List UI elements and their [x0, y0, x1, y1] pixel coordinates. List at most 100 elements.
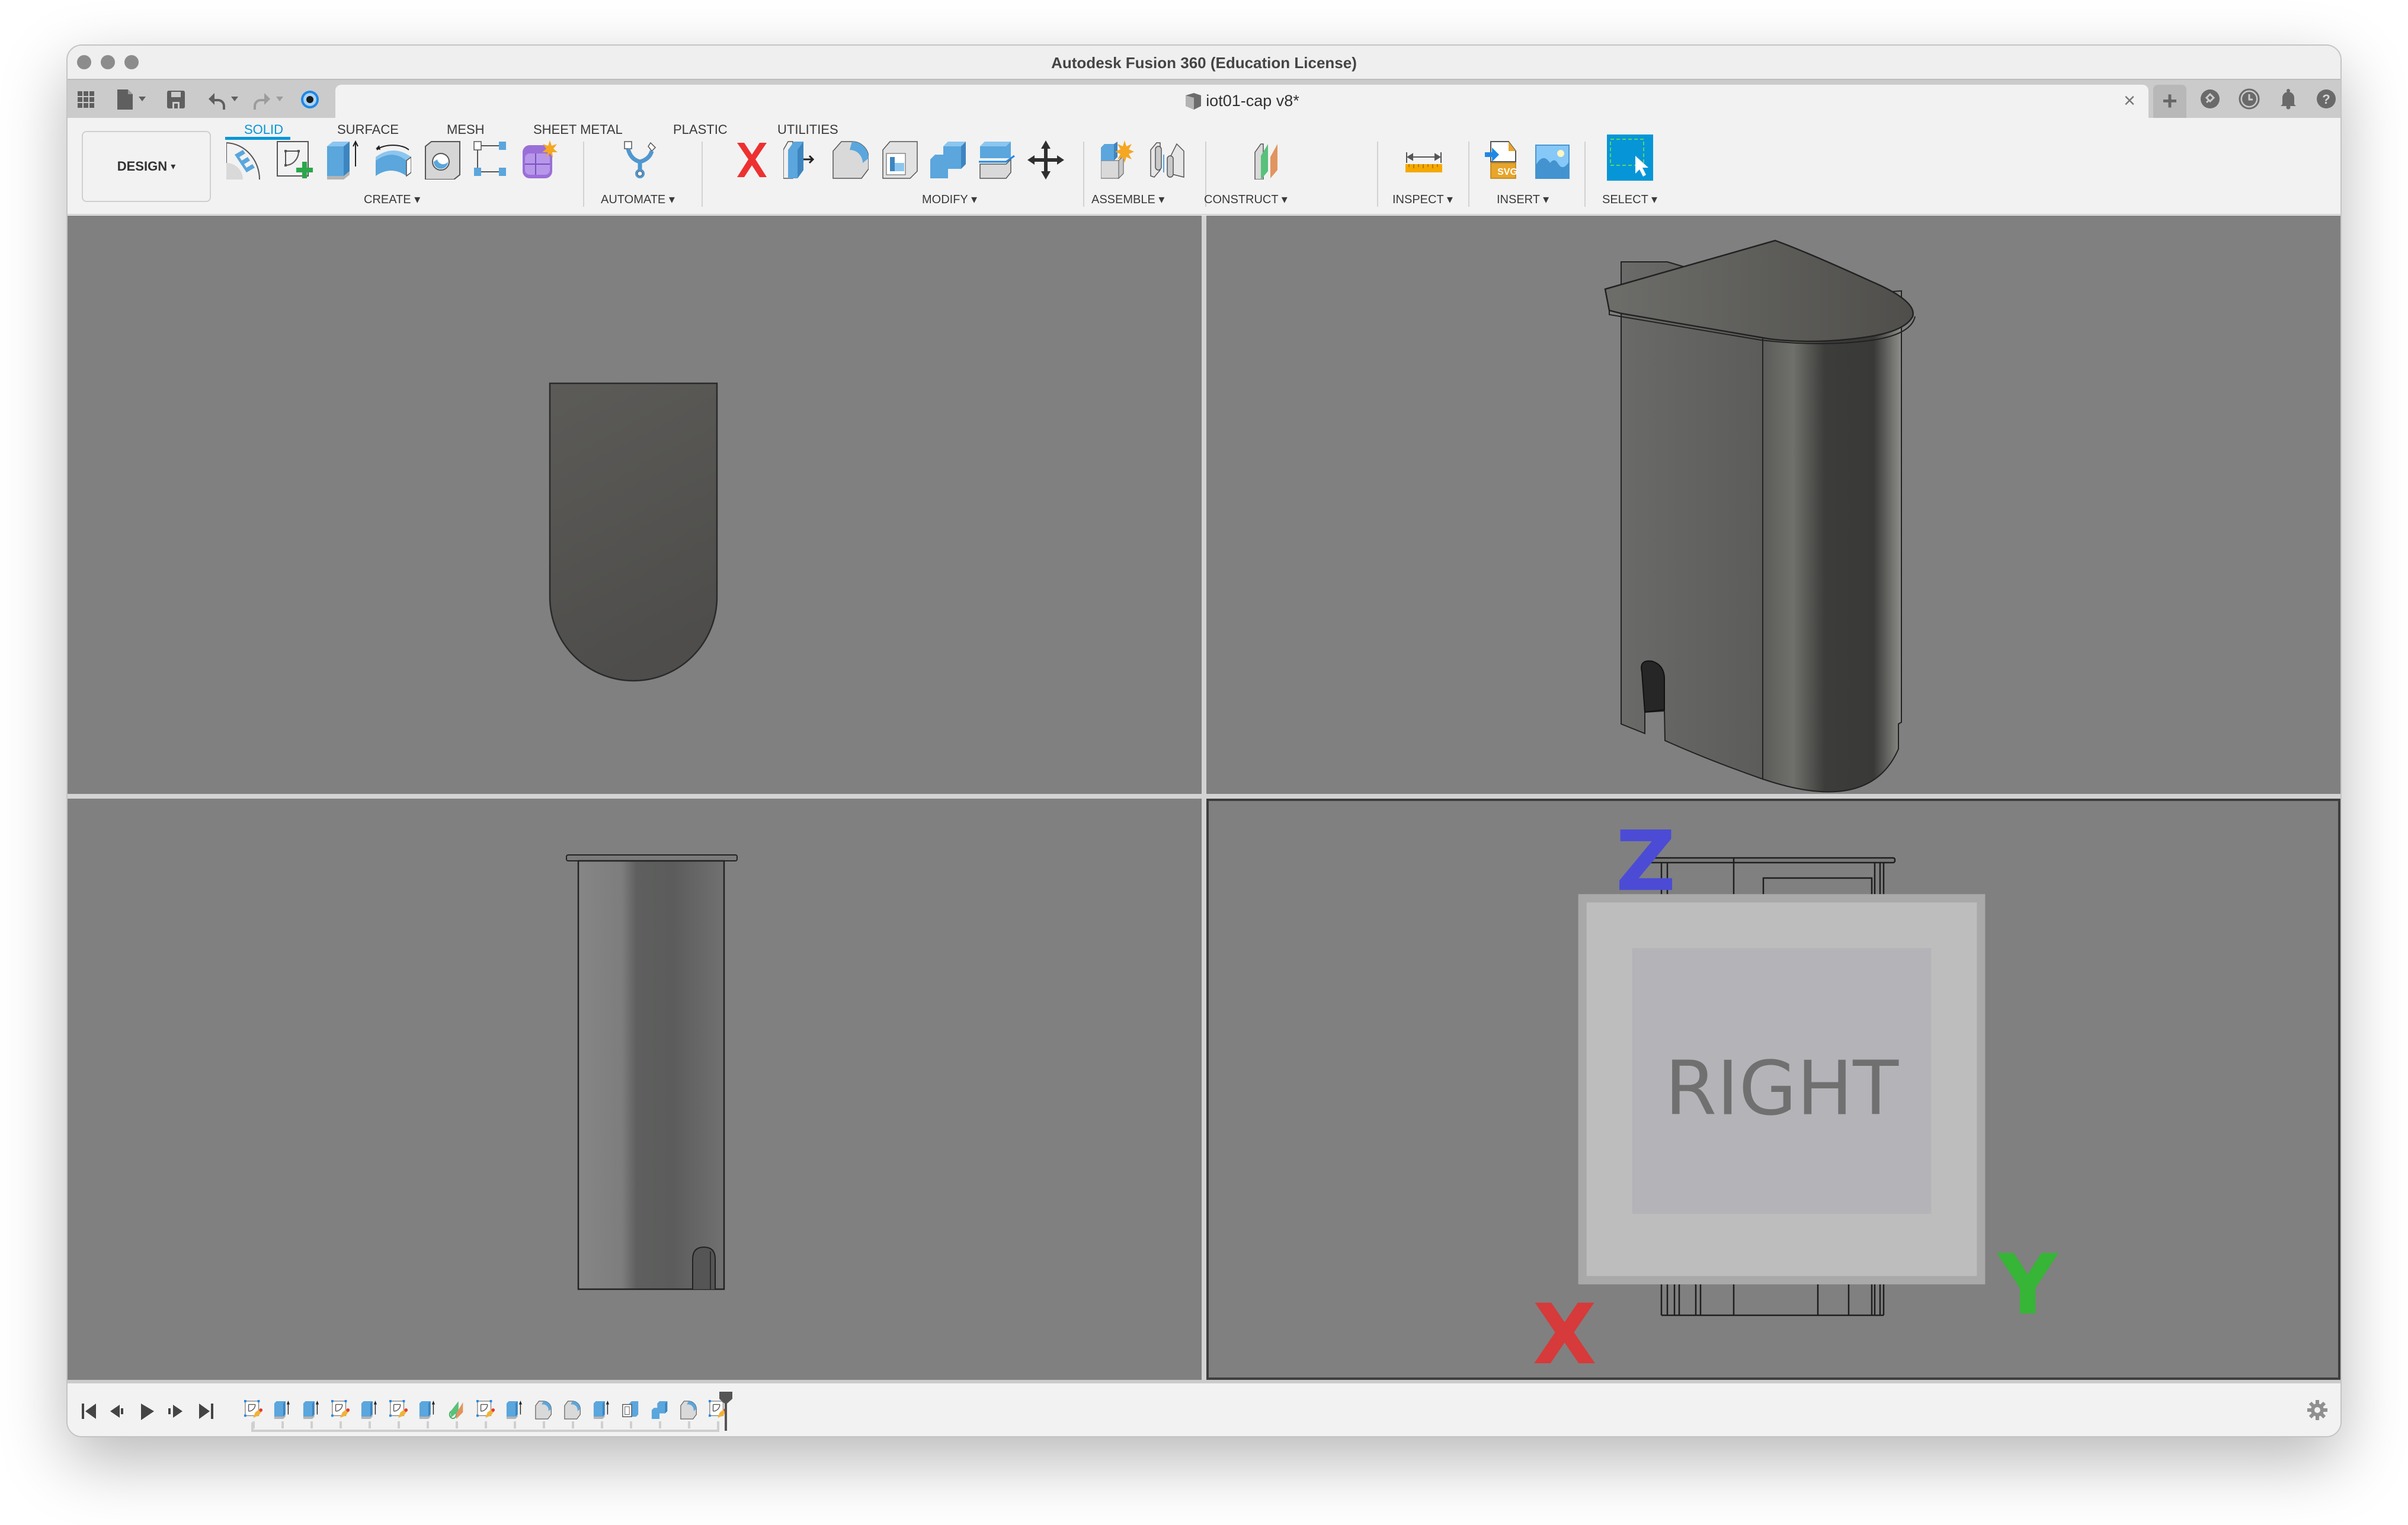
- job-history-icon[interactable]: [2239, 88, 2260, 110]
- timeline-feature-extrude[interactable]: [418, 1400, 437, 1420]
- assemble-group-label[interactable]: ASSEMBLE ▾: [1091, 192, 1164, 207]
- timeline-feature-combine[interactable]: [651, 1400, 670, 1420]
- tab-utilities[interactable]: UTILITIES: [777, 122, 838, 137]
- tab-surface[interactable]: SURFACE: [337, 122, 399, 137]
- timeline-feature-sketch[interactable]: [331, 1400, 350, 1420]
- sketch-feature-icon: [389, 1400, 408, 1418]
- revolve-icon[interactable]: [374, 140, 412, 180]
- go-to-start-icon[interactable]: [81, 1402, 98, 1420]
- timeline-feature-shell[interactable]: [622, 1400, 641, 1420]
- timeline-marker[interactable]: [719, 1392, 732, 1431]
- timeline-feature-plane[interactable]: [447, 1400, 466, 1420]
- close-tab-button[interactable]: ×: [2124, 89, 2135, 113]
- new-component-assemble-icon[interactable]: [1100, 140, 1138, 180]
- insert-svg-icon[interactable]: SVG: [1485, 140, 1522, 180]
- split-body-icon[interactable]: [979, 140, 1016, 180]
- document-tab-label: iot01-cap v8*: [335, 92, 2148, 110]
- timeline-feature-sketch[interactable]: [389, 1400, 408, 1420]
- timeline-feature-extrude[interactable]: [593, 1400, 611, 1420]
- step-back-icon[interactable]: [109, 1402, 127, 1420]
- y-axis-label: Y: [1996, 1237, 2058, 1334]
- timeline-feature-extrude[interactable]: [360, 1400, 379, 1420]
- extrude-feature-icon: [361, 1400, 377, 1420]
- insert-group-label[interactable]: INSERT ▾: [1497, 192, 1549, 207]
- help-icon[interactable]: ?: [2316, 88, 2337, 110]
- automate-group-label[interactable]: AUTOMATE ▾: [601, 192, 675, 207]
- group-divider: [1468, 142, 1469, 207]
- extrude-feature-icon: [593, 1400, 609, 1420]
- timeline-feature-extrude[interactable]: [505, 1400, 524, 1420]
- select-group-label[interactable]: SELECT ▾: [1602, 192, 1657, 207]
- tab-mesh[interactable]: MESH: [447, 122, 485, 137]
- new-tab-button[interactable]: +: [2153, 85, 2186, 118]
- tab-sheet-metal[interactable]: SHEET METAL: [533, 122, 623, 137]
- notifications-icon[interactable]: [2278, 88, 2299, 110]
- tab-solid[interactable]: SOLID: [244, 122, 283, 137]
- timeline-feature-sketch[interactable]: [476, 1400, 495, 1420]
- iso-view-model: [1604, 239, 1916, 793]
- job-status-icon[interactable]: [300, 89, 320, 110]
- extensions-icon[interactable]: [2199, 88, 2221, 110]
- group-divider: [702, 142, 703, 207]
- timeline-settings-gear-icon[interactable]: [2307, 1400, 2327, 1420]
- app-grid-icon[interactable]: [77, 89, 95, 110]
- timeline-feature-extrude[interactable]: [273, 1400, 292, 1420]
- viewcube[interactable]: RIGHT Z Y X: [1206, 799, 2340, 1380]
- extrude-icon[interactable]: [326, 140, 363, 180]
- x-axis-label: X: [1533, 1287, 1597, 1380]
- viewport-home[interactable]: [1206, 216, 2340, 794]
- pattern-icon[interactable]: [473, 140, 510, 180]
- workspace-label: DESIGN: [117, 159, 168, 174]
- shell-icon[interactable]: [882, 140, 918, 180]
- fillet-feature-icon: [680, 1401, 697, 1420]
- joint-icon[interactable]: [1149, 140, 1186, 180]
- window-select-icon[interactable]: [1607, 134, 1653, 181]
- workspace-switcher[interactable]: DESIGN ▾: [82, 131, 211, 202]
- viewport-top[interactable]: [68, 216, 1202, 794]
- delete-icon[interactable]: [734, 140, 770, 180]
- offset-plane-icon[interactable]: [1253, 140, 1289, 180]
- create-form-icon[interactable]: [226, 140, 263, 180]
- undo-icon[interactable]: [207, 89, 243, 110]
- side-slot: [1641, 660, 1665, 713]
- svg-text:SVG: SVG: [1497, 167, 1517, 177]
- insert-canvas-icon[interactable]: [1535, 140, 1571, 180]
- move-copy-icon[interactable]: [1027, 140, 1064, 180]
- fillet-feature-icon: [535, 1401, 552, 1420]
- timeline-feature-sketch[interactable]: [244, 1400, 263, 1420]
- create-sketch-icon[interactable]: [276, 140, 313, 180]
- viewcube-face-label: RIGHT: [1665, 1045, 1899, 1132]
- timeline-feature-fillet[interactable]: [563, 1400, 582, 1420]
- tab-plastic[interactable]: PLASTIC: [673, 122, 728, 137]
- document-tab[interactable]: iot01-cap v8* ×: [335, 85, 2148, 118]
- fillet-icon[interactable]: [832, 140, 869, 180]
- z-axis-label: Z: [1616, 813, 1676, 910]
- sketch-feature-icon: [476, 1400, 495, 1418]
- redo-icon[interactable]: [252, 89, 288, 110]
- front-slot: [692, 1246, 716, 1289]
- go-to-end-icon[interactable]: [197, 1402, 214, 1420]
- viewport-front[interactable]: [68, 799, 1202, 1380]
- create-group-label[interactable]: CREATE ▾: [364, 192, 420, 207]
- timeline-feature-fillet[interactable]: [680, 1400, 699, 1420]
- timeline-feature-fillet[interactable]: [534, 1400, 553, 1420]
- automate-icon[interactable]: [623, 140, 660, 180]
- step-forward-icon[interactable]: [167, 1402, 185, 1420]
- chevron-down-icon: ▾: [171, 162, 176, 172]
- combine-feature-icon: [651, 1401, 668, 1420]
- save-icon[interactable]: [167, 89, 185, 110]
- inspect-group-label[interactable]: INSPECT ▾: [1392, 192, 1453, 207]
- hole-icon[interactable]: [424, 140, 461, 180]
- play-icon[interactable]: [139, 1402, 156, 1420]
- combine-icon[interactable]: [930, 140, 967, 180]
- press-pull-icon[interactable]: [783, 140, 820, 180]
- file-menu-icon[interactable]: [116, 89, 149, 110]
- construct-group-label[interactable]: CONSTRUCT ▾: [1204, 192, 1288, 207]
- measure-icon[interactable]: [1405, 140, 1442, 180]
- new-component-icon[interactable]: [521, 140, 558, 180]
- modify-group-label[interactable]: MODIFY ▾: [922, 192, 977, 207]
- document-title: iot01-cap v8*: [1206, 92, 1299, 110]
- group-divider: [583, 142, 584, 207]
- timeline-feature-extrude[interactable]: [302, 1400, 321, 1420]
- viewport-right[interactable]: RIGHT Z Y X: [1206, 799, 2340, 1380]
